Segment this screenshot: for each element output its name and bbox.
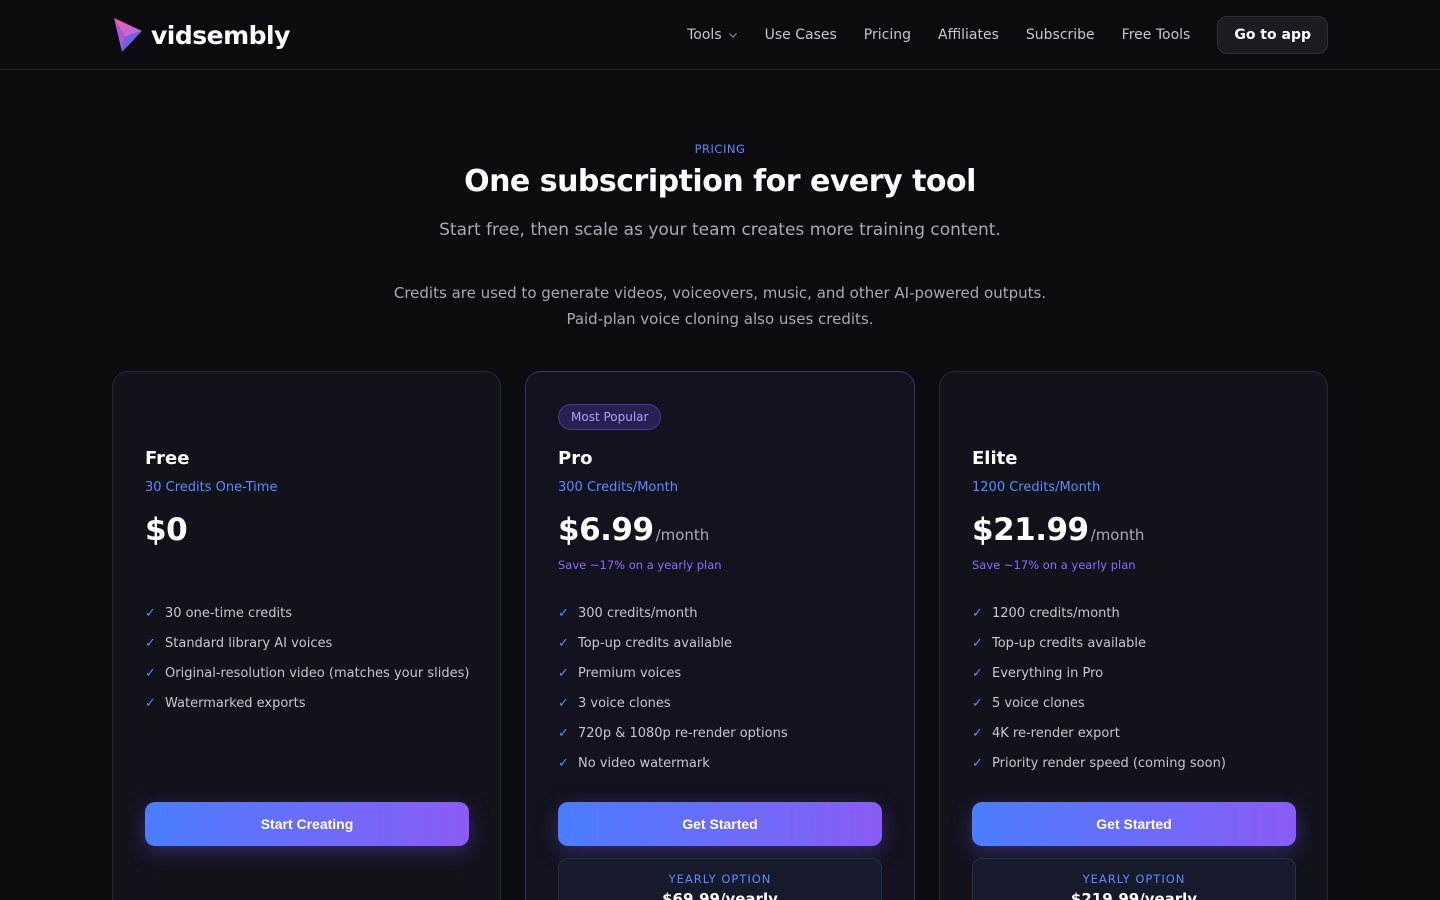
plan-price: $21.99 [972,512,1089,548]
feature-item: ✓ 1200 credits/month [972,598,1226,628]
yearly-option-price: $69.99/yearly [662,890,778,900]
check-icon: ✓ [972,755,983,771]
feature-item: ✓ 5 voice clones [972,688,1226,718]
go-to-app-button[interactable]: Go to app [1217,16,1328,54]
feature-text: No video watermark [578,755,710,771]
logo[interactable]: vidsembly [111,15,290,55]
feature-item: ✓ 300 credits/month [558,598,788,628]
page-subtitle: Start free, then scale as your team crea… [439,220,1001,240]
plan-card-elite: Elite 1200 Credits/Month $21.99 /month S… [939,371,1328,900]
plan-credits: 300 Credits/Month [558,480,678,495]
check-icon: ✓ [145,665,156,681]
section-eyebrow: PRICING [694,142,746,156]
feature-item: ✓ Top-up credits available [972,628,1226,658]
nav-link-free-tools[interactable]: Free Tools [1122,27,1191,43]
price-period: /month [1090,526,1145,544]
feature-text: 5 voice clones [992,695,1085,711]
feature-text: 4K re-render export [992,725,1120,741]
feature-item: ✓ 4K re-render export [972,718,1226,748]
feature-text: 1200 credits/month [992,605,1120,621]
nav-link-subscribe[interactable]: Subscribe [1026,27,1095,43]
feature-item: ✓ Everything in Pro [972,658,1226,688]
feature-text: Premium voices [578,665,682,681]
feature-item: ✓ Priority render speed (coming soon) [972,748,1226,778]
feature-list: ✓ 1200 credits/month ✓ Top-up credits avai… [972,598,1226,778]
feature-text: Watermarked exports [165,695,306,711]
nav-link-use-cases[interactable]: Use Cases [765,27,837,43]
start-creating-button[interactable]: Start Creating [145,802,469,846]
feature-text: Top-up credits available [992,635,1147,651]
check-icon: ✓ [558,635,569,651]
feature-text: Top-up credits available [578,635,733,651]
plan-credits: 1200 Credits/Month [972,480,1101,495]
yearly-option-label: YEARLY OPTION [668,872,772,886]
feature-item: ✓ No video watermark [558,748,788,778]
feature-item: ✓ Watermarked exports [145,688,469,718]
feature-item: ✓ Standard library AI voices [145,628,469,658]
price-row: $6.99 /month [558,512,709,548]
plan-price: $0 [145,512,188,548]
top-navbar: vidsembly Tools Use Cases Pricing Affili… [0,0,1440,70]
check-icon: ✓ [558,725,569,741]
check-icon: ✓ [972,635,983,651]
chevron-down-icon [728,33,737,38]
nav-link-tools[interactable]: Tools [687,27,738,43]
feature-list: ✓ 30 one-time credits ✓ Standard library A… [145,598,469,718]
feature-text: Priority render speed (coming soon) [992,755,1226,771]
credits-note: Credits are used to generate videos, voi… [393,284,1047,328]
check-icon: ✓ [972,695,983,711]
feature-text: Original-resolution video (matches your … [165,665,470,681]
yearly-option-label: YEARLY OPTION [1082,872,1186,886]
feature-item: ✓ Premium voices [558,658,788,688]
feature-item: ✓ Original-resolution video (matches your… [145,658,469,688]
nav-link-label: Tools [687,27,722,43]
feature-list: ✓ 300 credits/month ✓ Top-up credits avail… [558,598,788,778]
plan-card-free: Free 30 Credits One-Time $0 ✓ 30 one-time… [112,371,501,900]
feature-text: 30 one-time credits [165,605,292,621]
feature-item: ✓ 720p & 1080p re-render options [558,718,788,748]
plan-price: $6.99 [558,512,654,548]
check-icon: ✓ [972,605,983,621]
plan-name: Pro [558,448,593,469]
check-icon: ✓ [972,725,983,741]
feature-text: 720p & 1080p re-render options [578,725,788,741]
price-period: /month [655,526,710,544]
play-triangle-logo-icon [114,18,142,52]
check-icon: ✓ [558,695,569,711]
get-started-pro-button[interactable]: Get Started [558,802,882,846]
check-icon: ✓ [145,635,156,651]
price-row: $21.99 /month [972,512,1144,548]
yearly-option-box[interactable]: YEARLY OPTION $219.99/yearly [972,858,1296,900]
page-title: One subscription for every tool [464,164,976,199]
check-icon: ✓ [558,605,569,621]
feature-item: ✓ 30 one-time credits [145,598,469,628]
plan-name: Elite [972,448,1018,469]
check-icon: ✓ [558,755,569,771]
nav-links: Tools Use Cases Pricing Affiliates Subsc… [687,16,1328,54]
plan-card-pro: Most Popular Pro 300 Credits/Month $6.99… [525,371,915,900]
nav-link-pricing[interactable]: Pricing [864,27,911,43]
plan-credits: 30 Credits One-Time [145,480,278,495]
yearly-option-box[interactable]: YEARLY OPTION $69.99/yearly [558,858,882,900]
check-icon: ✓ [145,605,156,621]
feature-item: ✓ Top-up credits available [558,628,788,658]
most-popular-badge: Most Popular [558,404,662,430]
yearly-savings-note: Save ~17% on a yearly plan [972,558,1136,572]
check-icon: ✓ [145,695,156,711]
get-started-elite-button[interactable]: Get Started [972,802,1296,846]
yearly-savings-note: Save ~17% on a yearly plan [558,558,722,572]
price-row: $0 [145,512,188,548]
nav-link-affiliates[interactable]: Affiliates [938,27,999,43]
feature-text: 300 credits/month [578,605,698,621]
check-icon: ✓ [972,665,983,681]
feature-text: Everything in Pro [992,665,1104,681]
check-icon: ✓ [558,665,569,681]
feature-text: 3 voice clones [578,695,671,711]
feature-item: ✓ 3 voice clones [558,688,788,718]
feature-text: Standard library AI voices [165,635,333,651]
plan-name: Free [145,448,190,469]
logo-text: vidsembly [151,20,290,50]
yearly-option-price: $219.99/yearly [1070,890,1198,900]
